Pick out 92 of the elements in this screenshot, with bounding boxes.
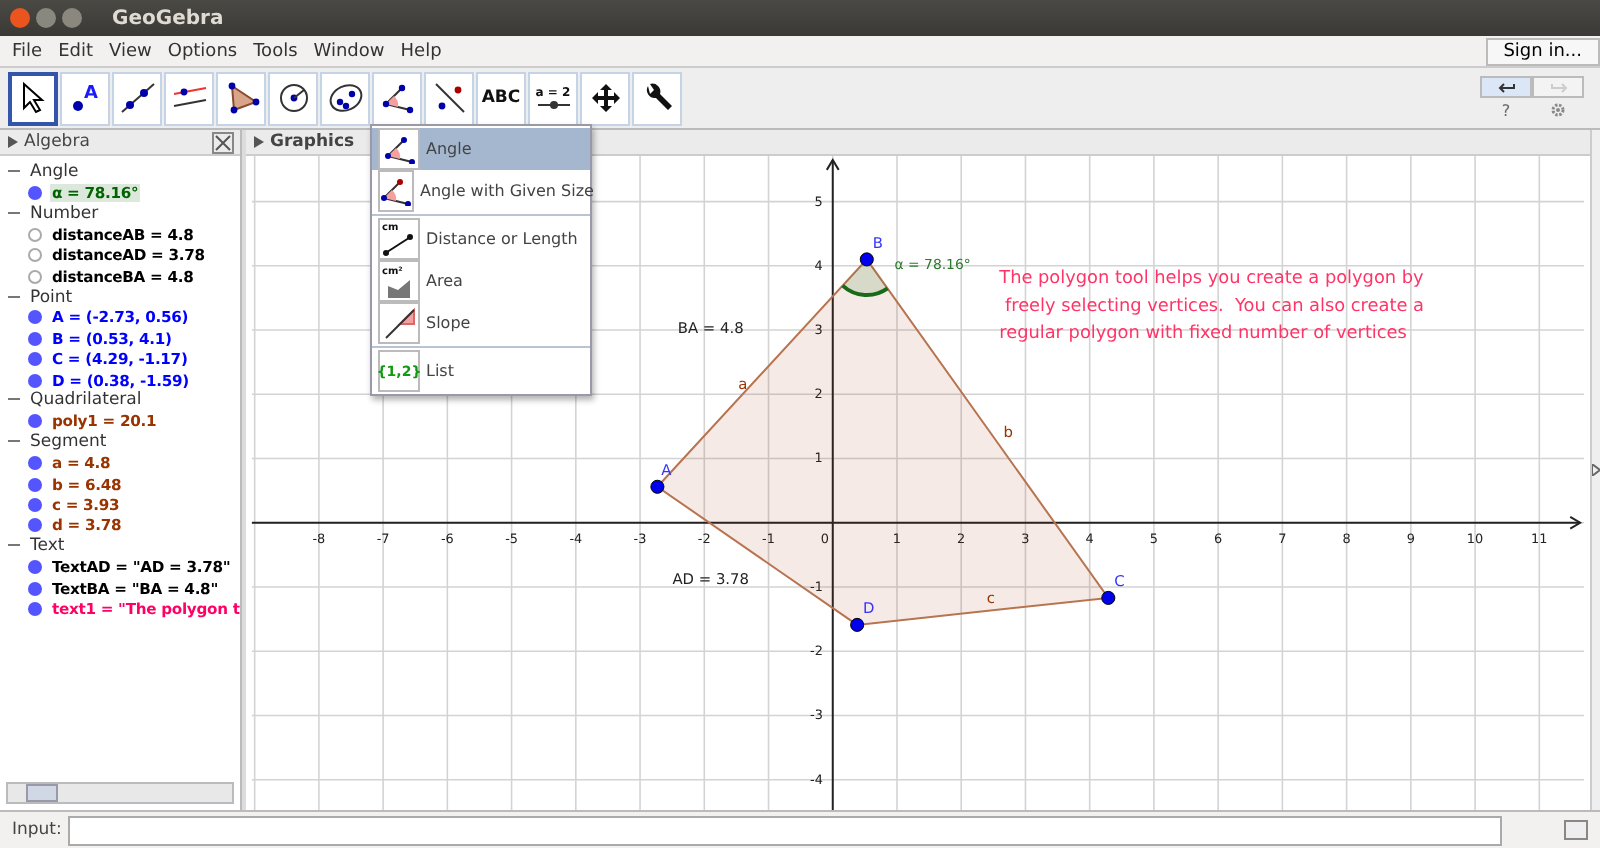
- menu-item[interactable]: View: [101, 41, 160, 61]
- visibility-dot-icon[interactable]: [28, 186, 42, 201]
- visibility-dot-icon[interactable]: [28, 414, 42, 429]
- expand-triangle-icon[interactable]: [254, 135, 264, 148]
- menu-item[interactable]: Edit: [50, 41, 101, 61]
- visibility-dot-icon[interactable]: [28, 248, 42, 263]
- line-icon: [119, 82, 155, 114]
- collapse-icon[interactable]: [8, 170, 20, 175]
- symbol-button[interactable]: [1564, 820, 1588, 840]
- slope-icon: [383, 307, 415, 339]
- menu-option[interactable]: Angle: [372, 128, 590, 170]
- minimize-icon[interactable]: [36, 8, 56, 28]
- angle-sector[interactable]: [842, 259, 888, 295]
- menu-option[interactable]: Slope: [372, 302, 590, 344]
- point-marker[interactable]: [650, 479, 665, 494]
- tool-icon-label: ABC: [481, 88, 521, 108]
- panel-title: Algebra: [24, 132, 90, 152]
- visibility-dot-icon[interactable]: [28, 456, 42, 471]
- triangle-icon: [223, 82, 259, 114]
- menu-item[interactable]: Tools: [245, 41, 306, 61]
- expand-triangle-icon[interactable]: [8, 136, 18, 148]
- group-label: Point: [30, 287, 73, 308]
- tool-icon-label: A: [84, 84, 98, 104]
- collapse-icon[interactable]: [8, 440, 20, 445]
- close-icon[interactable]: [10, 8, 30, 28]
- menu-option-label: Angle with Given Size: [420, 182, 594, 200]
- note-text: The polygon tool helps you create a polygon by freely selecting vertices. You can also create a regular polygon with fixed number of vertices: [999, 268, 1424, 345]
- visibility-dot-icon[interactable]: [28, 477, 42, 492]
- tool-button[interactable]: A: [60, 71, 110, 125]
- visibility-dot-icon[interactable]: [28, 601, 42, 616]
- arrow-pointer-icon: [19, 82, 47, 114]
- area-icon: [382, 277, 414, 297]
- angle-icon: [380, 177, 412, 205]
- visibility-dot-icon[interactable]: [28, 269, 42, 284]
- group-label: Angle: [30, 162, 79, 183]
- maximize-icon[interactable]: [62, 8, 82, 28]
- menu-item[interactable]: Options: [159, 41, 246, 61]
- menu-option-label: Slope: [426, 314, 471, 332]
- wrench-icon: [641, 82, 673, 114]
- visibility-dot-icon[interactable]: [28, 310, 42, 325]
- input-label: Input:: [12, 820, 62, 840]
- sign-in-button[interactable]: Sign in...: [1485, 37, 1600, 65]
- menu-option-label: Area: [426, 272, 463, 290]
- collapse-icon[interactable]: [8, 544, 20, 549]
- input-field[interactable]: [67, 815, 1502, 845]
- circle-icon: [277, 82, 309, 114]
- move-arrows-icon: [589, 82, 621, 114]
- close-button[interactable]: [212, 131, 234, 153]
- tool-button[interactable]: ABC: [476, 71, 526, 125]
- redo-icon: [1549, 81, 1567, 93]
- collapse-icon[interactable]: [8, 211, 20, 216]
- parallel-lines-icon: [171, 84, 207, 112]
- window-title: GeoGebra: [112, 7, 224, 29]
- visibility-dot-icon[interactable]: [28, 373, 42, 388]
- undo-button[interactable]: [1480, 76, 1532, 98]
- reflection-icon: [431, 82, 467, 114]
- collapse-icon[interactable]: [8, 398, 20, 403]
- slider-icon: [535, 100, 571, 110]
- angle-icon: [379, 82, 415, 114]
- group-label: Text: [30, 536, 65, 557]
- menu-option-label: Angle: [426, 140, 472, 158]
- horizontal-scrollbar[interactable]: [6, 782, 234, 804]
- point-marker[interactable]: [850, 617, 865, 632]
- panel-title: Graphics: [270, 131, 355, 152]
- visibility-dot-icon[interactable]: [28, 227, 42, 242]
- expand-arrow-icon[interactable]: [1592, 464, 1600, 476]
- group-label: Quadrilateral: [30, 390, 142, 411]
- settings-icon[interactable]: [1550, 102, 1566, 118]
- menu-item[interactable]: Window: [305, 41, 393, 61]
- visibility-dot-icon[interactable]: [28, 497, 42, 512]
- menu-option-label: List: [426, 362, 454, 380]
- visibility-dot-icon[interactable]: [28, 352, 42, 367]
- visibility-dot-icon[interactable]: [28, 560, 42, 575]
- visibility-dot-icon[interactable]: [28, 518, 42, 533]
- visibility-dot-icon[interactable]: [28, 581, 42, 595]
- point-marker[interactable]: [859, 252, 874, 267]
- point-marker[interactable]: [1101, 590, 1116, 605]
- undo-icon: [1497, 81, 1515, 93]
- distance-icon: [382, 234, 414, 256]
- visibility-dot-icon[interactable]: [28, 331, 42, 346]
- group-label: Segment: [30, 432, 107, 453]
- tool-button[interactable]: [8, 71, 58, 125]
- menu-option[interactable]: Angle with Given Size: [372, 170, 590, 212]
- menu-item[interactable]: File: [4, 41, 51, 61]
- group-label: Number: [30, 203, 99, 224]
- point-icon: [72, 100, 85, 112]
- menu-option-label: Distance or Length: [426, 230, 578, 248]
- collapse-icon[interactable]: [8, 295, 20, 300]
- menu-item[interactable]: Help: [392, 41, 450, 61]
- help-button[interactable]: ?: [1501, 102, 1511, 120]
- ellipse-icon: [327, 82, 363, 114]
- angle-icon: [383, 135, 415, 163]
